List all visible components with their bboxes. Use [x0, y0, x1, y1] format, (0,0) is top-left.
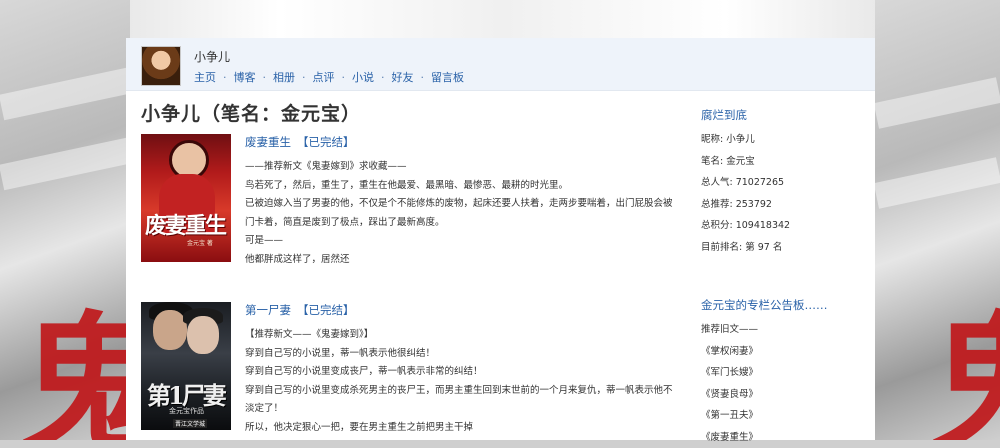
notice-line: 《贤妻良母》	[701, 384, 758, 406]
book-description: 【推荐新文——《鬼妻嫁到》】 穿到自己写的小说里，蒂一帆表示他很纠结！ 穿到自己…	[245, 326, 681, 437]
stat-row: 目前排名:第 97 名	[701, 237, 871, 259]
stat-value: 金元宝	[726, 156, 755, 167]
cover-subtitle: 金元宝 著	[187, 238, 213, 247]
user-name: 小争儿	[194, 48, 230, 65]
stat-row: 笔名:金元宝	[701, 151, 871, 173]
desc-line: 穿到自己写的小说里变成杀死男主的丧尸王，而男主重生回到末世前的一个月来复仇，蒂一…	[245, 382, 681, 419]
page-title: 小争儿（笔名：金元宝）	[141, 99, 361, 126]
book-status[interactable]: 【已完结】	[297, 303, 355, 317]
stat-row: 总人气:71027265	[701, 172, 871, 194]
stat-label: 笔名:	[701, 156, 723, 167]
notice-board-title[interactable]: 金元宝的专栏公告板……	[701, 297, 828, 313]
stat-row: 总推荐:253792	[701, 194, 871, 216]
desc-line: 【推荐新文——《鬼妻嫁到》】	[245, 326, 681, 345]
notice-line: 《掌权闲妻》	[701, 341, 758, 363]
stat-value: 小争儿	[726, 134, 755, 145]
book-description: ——推荐新文《鬼妻嫁到》求收藏—— 鸟若死了，然后，重生了，重生在他最爱、最黑暗…	[245, 158, 681, 269]
nav-reviews[interactable]: 点评	[313, 71, 335, 84]
background-panel-left: 鬼	[0, 0, 140, 440]
stat-value: 253792	[736, 199, 772, 210]
stat-label: 总人气:	[701, 177, 733, 188]
book-cover[interactable]: 第1尸妻 金元宝作品 晋江文学城	[141, 302, 231, 430]
stat-label: 总推荐:	[701, 199, 733, 210]
desc-line: 所以，他决定狠心一把，要在男主重生之前把男主干掉	[245, 419, 681, 438]
nav-home[interactable]: 主页	[194, 71, 216, 84]
notice-board: 推荐旧文—— 《掌权闲妻》 《军门长嫂》 《贤妻良母》 《第一丑夫》 《废妻重生…	[701, 319, 758, 448]
stat-value: 71027265	[736, 177, 784, 188]
profile-page: 小争儿 主页·博客·相册·点评·小说·好友·留言板 小争儿（笔名：金元宝） 废妻…	[126, 38, 875, 440]
stat-label: 目前排名:	[701, 242, 742, 253]
nav-novels[interactable]: 小说	[352, 71, 374, 84]
desc-line: 可是——	[245, 232, 681, 251]
nav-friends[interactable]: 好友	[392, 71, 414, 84]
book-status[interactable]: 【已完结】	[297, 135, 355, 149]
sidebar-title[interactable]: 腐烂到底	[701, 107, 871, 123]
cover-title: 废妻重生	[145, 208, 225, 240]
stat-label: 总积分:	[701, 220, 733, 231]
cover-subtitle: 金元宝作品	[169, 406, 204, 416]
desc-line: ——推荐新文《鬼妻嫁到》求收藏——	[245, 158, 681, 177]
desc-line: 穿到自己写的小说里变成丧尸，蒂一帆表示非常的纠结！	[245, 363, 681, 382]
profile-nav: 主页·博客·相册·点评·小说·好友·留言板	[194, 69, 464, 85]
author-stats: 昵称:小争儿 笔名:金元宝 总人气:71027265 总推荐:253792 总积…	[701, 129, 871, 258]
stat-value: 第 97 名	[745, 242, 782, 253]
desc-line: 他都胖成这样了，居然还	[245, 251, 681, 270]
stat-row: 昵称:小争儿	[701, 129, 871, 151]
nav-blog[interactable]: 博客	[234, 71, 256, 84]
desc-line: 穿到自己写的小说里，蒂一帆表示他很纠结！	[245, 345, 681, 364]
author-sidebar: 腐烂到底 昵称:小争儿 笔名:金元宝 总人气:71027265 总推荐:2537…	[701, 91, 871, 258]
stat-value: 109418342	[736, 220, 790, 231]
desc-line: 已被迫嫁入当了男妻的他，不仅是个不能修炼的废物，起床还要人扶着，走两步要喘着，出…	[245, 195, 681, 232]
nav-album[interactable]: 相册	[273, 71, 295, 84]
notice-line: 《军门长嫂》	[701, 362, 758, 384]
book-cover[interactable]: 废妻重生 金元宝 著	[141, 134, 231, 262]
stat-label: 昵称:	[701, 134, 723, 145]
avatar[interactable]	[141, 46, 181, 86]
nav-guestbook[interactable]: 留言板	[431, 71, 464, 84]
profile-header: 小争儿 主页·博客·相册·点评·小说·好友·留言板	[126, 38, 875, 91]
background-banner	[130, 0, 875, 40]
notice-line: 《第一丑夫》	[701, 405, 758, 427]
stat-row: 总积分:109418342	[701, 215, 871, 237]
notice-line: 推荐旧文——	[701, 319, 758, 341]
background-panel-right: 鬼	[875, 0, 1000, 440]
cover-publisher: 晋江文学城	[173, 419, 207, 428]
book-title-link[interactable]: 第一尸妻【已完结】	[245, 302, 355, 318]
notice-line: 《废妻重生》	[701, 427, 758, 448]
desc-line: 鸟若死了，然后，重生了，重生在他最爱、最黑暗、最惨恶、最耕的时光里。	[245, 177, 681, 196]
background-ghost-char-right: 鬼	[930, 310, 1000, 440]
book-title-link[interactable]: 废妻重生【已完结】	[245, 134, 355, 150]
book-title[interactable]: 废妻重生	[245, 135, 291, 149]
book-title[interactable]: 第一尸妻	[245, 303, 291, 317]
